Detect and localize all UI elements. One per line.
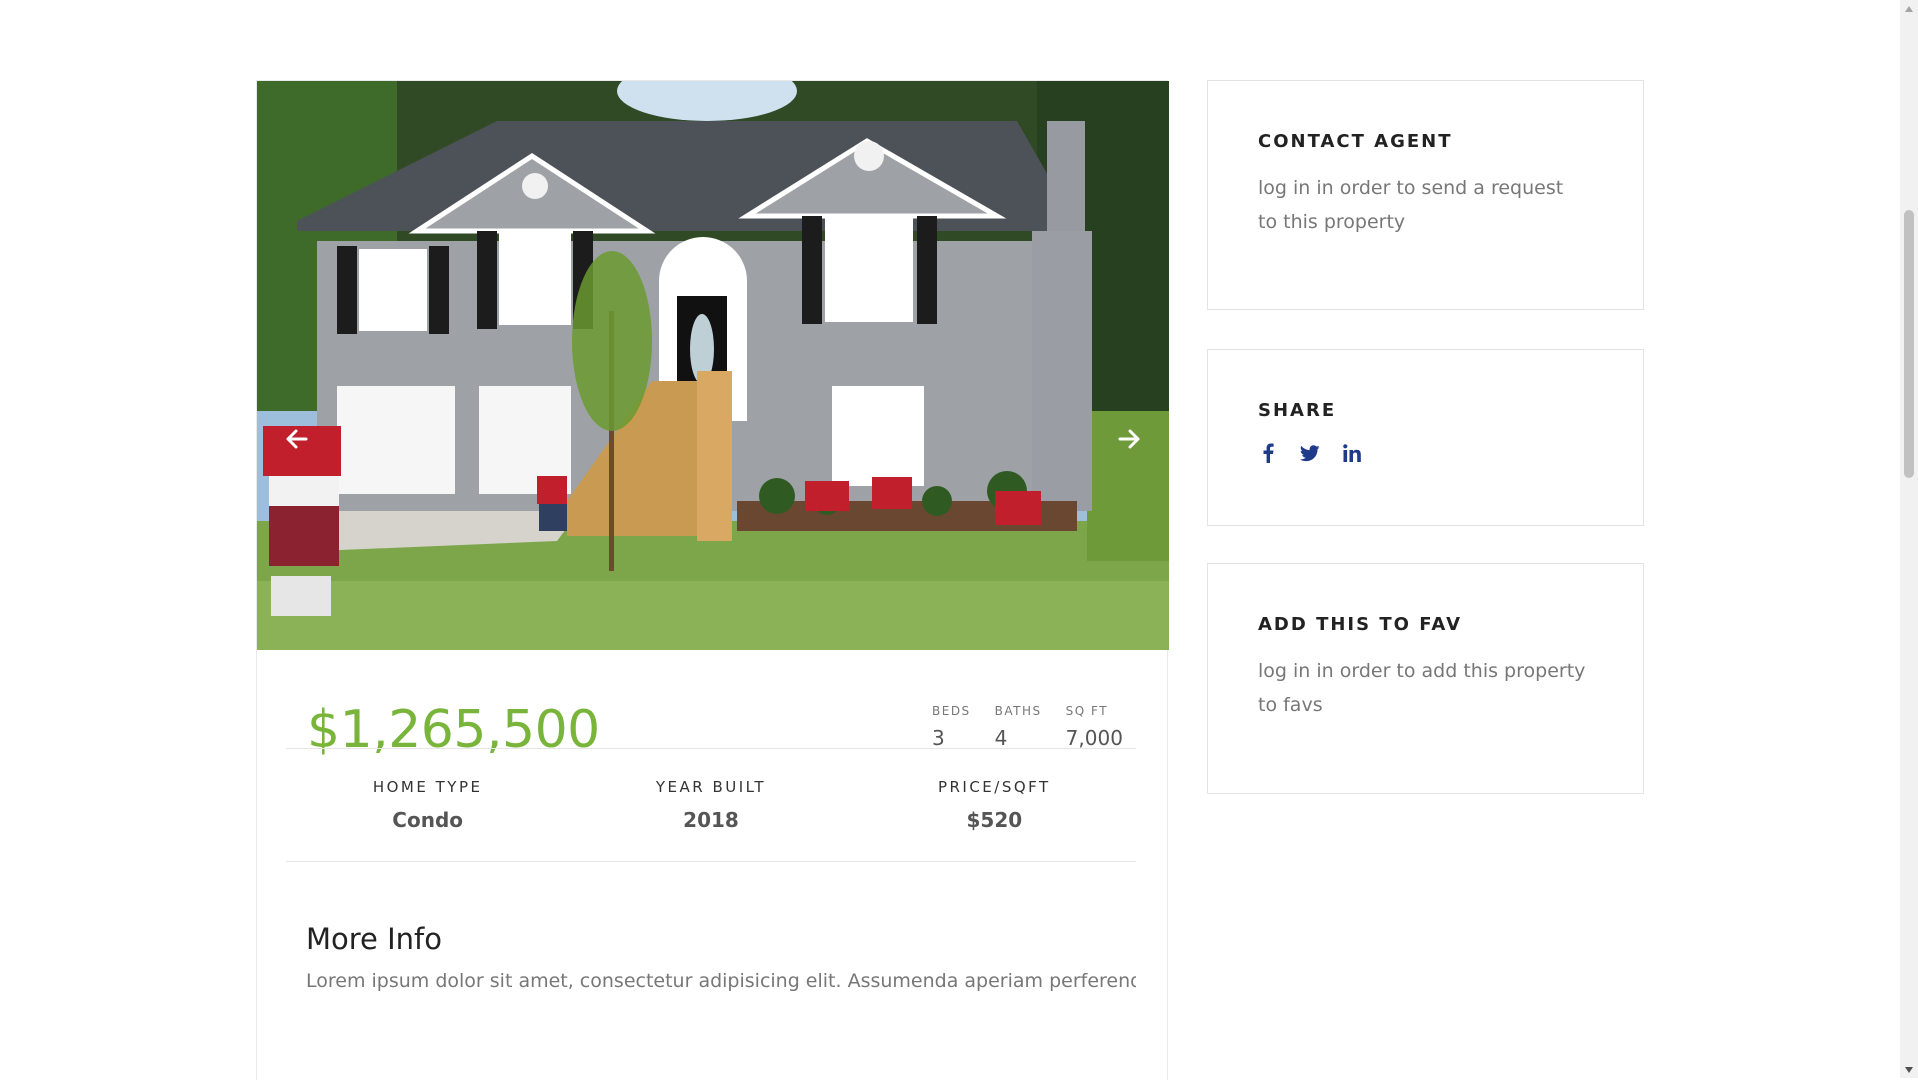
spec-value: 4 <box>994 726 1008 750</box>
scrollbar-thumb[interactable] <box>1904 210 1914 478</box>
contact-agent-text: log in in order to send a request to thi… <box>1258 177 1564 233</box>
chevron-down-icon <box>1905 1066 1913 1073</box>
facts-divider-bottom <box>286 861 1136 862</box>
fact-value: $520 <box>966 808 1023 832</box>
house-photo <box>257 81 1169 650</box>
fact-price-sqft: PRICE/SQFT $520 <box>853 748 1136 861</box>
scroll-down-button[interactable] <box>1900 1061 1918 1078</box>
contact-agent-title: CONTACT AGENT <box>1258 131 1453 152</box>
vertical-scrollbar[interactable] <box>1900 0 1918 1078</box>
share-icons <box>1258 443 1362 463</box>
fact-value: Condo <box>392 808 464 832</box>
spec-sqft: SQ FT 7,000 <box>1066 704 1123 750</box>
add-to-fav-text: log in in order to add this property to … <box>1258 660 1586 716</box>
spec-label: BATHS <box>994 704 1042 718</box>
add-to-fav-box: ADD THIS TO FAV log in in order to add t… <box>1207 563 1644 794</box>
spec-value: 3 <box>932 726 945 750</box>
spec-value: 7,000 <box>1065 726 1123 750</box>
next-photo-button[interactable] <box>1103 413 1155 465</box>
spec-label: BEDS <box>932 704 971 718</box>
more-info-title: More Info <box>306 922 442 956</box>
share-title: SHARE <box>1258 400 1337 421</box>
fact-value: 2018 <box>683 808 739 832</box>
property-photo-carousel[interactable] <box>257 81 1169 650</box>
linkedin-icon[interactable] <box>1342 443 1362 463</box>
spec-label: SQ FT <box>1065 704 1109 718</box>
arrow-right-icon <box>1118 429 1140 449</box>
fact-label: HOME TYPE <box>372 778 483 796</box>
fact-label: YEAR BUILT <box>655 778 767 796</box>
fact-label: PRICE/SQFT <box>937 778 1051 796</box>
twitter-icon[interactable] <box>1300 443 1320 463</box>
prev-photo-button[interactable] <box>271 413 323 465</box>
property-specs: BEDS 3 BATHS 4 SQ FT 7,000 <box>932 704 1123 750</box>
add-to-fav-title: ADD THIS TO FAV <box>1258 614 1463 635</box>
fact-year-built: YEAR BUILT 2018 <box>569 748 852 861</box>
scroll-up-button[interactable] <box>1900 0 1918 17</box>
property-facts: HOME TYPE Condo YEAR BUILT 2018 PRICE/SQ… <box>286 748 1136 861</box>
spec-baths: BATHS 4 <box>995 704 1042 750</box>
contact-agent-box: CONTACT AGENT log in in order to send a … <box>1207 80 1644 310</box>
share-box: SHARE <box>1207 349 1644 526</box>
spec-beds: BEDS 3 <box>932 704 971 750</box>
fact-home-type: HOME TYPE Condo <box>286 748 569 861</box>
property-detail-page: $1,265,500 BEDS 3 BATHS 4 SQ FT 7,000 HO… <box>0 0 1900 1080</box>
more-info-text: Lorem ipsum dolor sit amet, consectetur … <box>306 970 1136 992</box>
chevron-up-icon <box>1905 5 1913 12</box>
arrow-left-icon <box>286 429 308 449</box>
facebook-icon[interactable] <box>1258 443 1278 463</box>
